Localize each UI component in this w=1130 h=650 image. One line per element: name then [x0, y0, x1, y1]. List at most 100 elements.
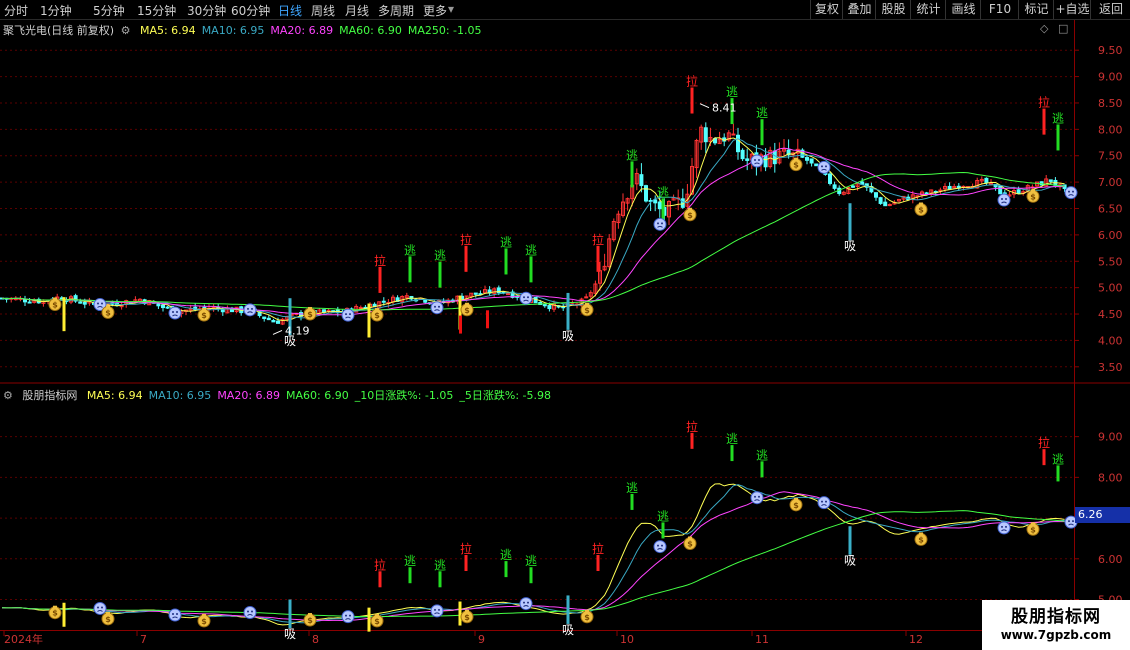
escape-signal-bar [504, 248, 508, 275]
money-bag-icon-sign: $ [793, 161, 799, 170]
escape-signal-bar-lower [630, 493, 634, 510]
watermark-url: www.7gpzb.com [1000, 628, 1112, 642]
face-icon-eye [825, 500, 827, 503]
stock-title: 聚飞光电(日线 前复权) [3, 24, 115, 37]
money-bag-icon-sign: $ [201, 617, 207, 626]
face-icon-eye [758, 495, 760, 498]
candle-body [814, 163, 819, 167]
escape-signal-label-lower: 逃 [434, 558, 446, 572]
face-icon-lower [750, 491, 764, 505]
pull-signal-bar [1042, 108, 1046, 135]
diamond-icon[interactable]: ◇ [1040, 22, 1048, 35]
face-icon [1064, 186, 1078, 200]
y-tick-upper: 6.00 [1098, 229, 1123, 242]
candle-body [736, 134, 740, 153]
face-icon-eye [251, 610, 253, 613]
face-icon-circle [430, 301, 444, 315]
face-icon-circle [519, 291, 533, 305]
face-icon-circle [997, 193, 1011, 207]
candle-body [27, 301, 32, 304]
pull-signal-label: 拉 [374, 253, 386, 268]
yellow-signal-bar-lower [367, 607, 371, 632]
candle-body [644, 185, 648, 202]
settings-icon[interactable]: ⚙ [121, 24, 131, 37]
candle-body [381, 300, 386, 303]
face-icon-eye [176, 612, 178, 615]
escape-signal-label: 逃 [525, 243, 537, 257]
maximize-icon[interactable]: □ [1058, 22, 1068, 35]
pull-signal-bar-lower [690, 432, 694, 449]
face-icon-lower [341, 610, 355, 624]
pull-signal-bar [378, 266, 382, 293]
candle-body [276, 320, 280, 324]
face-icon-eye [657, 222, 659, 225]
face-icon [817, 160, 831, 174]
face-icon-eye [172, 310, 174, 313]
face-icon-eye [1072, 520, 1074, 523]
x-tick-label: 9 [478, 633, 485, 646]
candle-body [358, 306, 363, 309]
face-icon-eye [97, 606, 99, 609]
face-icon [997, 193, 1011, 207]
face-icon-eye [349, 313, 351, 316]
face-icon-lower [93, 601, 107, 615]
settings-icon[interactable]: ⚙ [3, 389, 13, 402]
face-icon-circle [817, 160, 831, 174]
candle-body [740, 149, 745, 160]
escape-signal-label-lower: 逃 [525, 554, 537, 568]
candle-body [828, 173, 832, 184]
face-icon-eye [345, 313, 347, 316]
face-icon-eye [523, 601, 525, 604]
y-tick-upper: 8.00 [1098, 123, 1123, 136]
money-bag-icon-sign: $ [584, 306, 590, 315]
absorb-signal-bar [848, 203, 852, 241]
escape-signal-label-lower: 逃 [726, 432, 738, 446]
lower-panel-header: ⚙ 股朋指标网 MA5: 6.94 MA10: 6.95 MA20: 6.89 MA6… [3, 387, 557, 403]
face-icon-circle [243, 606, 257, 620]
pull-signal-label-lower: 拉 [374, 557, 386, 572]
face-icon-circle [341, 308, 355, 322]
face-icon-eye [438, 305, 440, 308]
face-icon-eye [434, 305, 436, 308]
lower-ind-4: _10日涨跌%: -1.05 [354, 389, 454, 402]
face-icon-circle [1064, 186, 1078, 200]
money-bag-icon-sign: $ [105, 615, 111, 624]
absorb-signal-bar [566, 292, 570, 330]
pull-signal-label: 拉 [460, 232, 472, 247]
escape-signal-bar-lower [529, 567, 533, 584]
candle-body [745, 158, 750, 161]
face-icon-circle [653, 217, 667, 231]
money-bag-icon-sign: $ [918, 535, 924, 544]
upper-ind-4: MA250: -1.05 [407, 24, 482, 37]
candle-body [271, 319, 276, 323]
upper-ind-3: MA60: 6.90 [339, 24, 402, 37]
watermark: 股朋指标网 www.7gpzb.com [982, 600, 1130, 650]
pull-signal-bar-lower [378, 571, 382, 588]
money-bag-icon-sign: $ [687, 211, 693, 220]
absorb-signal-bar-lower [566, 595, 570, 624]
escape-signal-bar-lower [661, 522, 665, 539]
money-bag-icon-sign: $ [374, 311, 380, 320]
candle-body [703, 127, 708, 143]
candle-body [78, 301, 83, 304]
candle-body [639, 174, 644, 187]
face-icon-eye [101, 302, 103, 305]
x-tick-label: 2024年 [4, 632, 43, 646]
money-bag-icon-sign: $ [918, 206, 924, 215]
face-icon-eye [251, 307, 253, 310]
red-signal-bar [459, 315, 462, 334]
face-icon [243, 303, 257, 317]
candle-body [1048, 179, 1053, 182]
money-bag-icon-sign: $ [201, 311, 207, 320]
upper-ind-2: MA20: 6.89 [270, 24, 334, 37]
face-icon-circle [750, 154, 764, 168]
x-tick-label: 10 [620, 633, 634, 646]
face-icon-eye [247, 610, 249, 613]
face-icon-eye [821, 500, 823, 503]
candle-body [156, 303, 161, 307]
money-bag-icon-sign: $ [307, 616, 313, 625]
candle-body [473, 292, 478, 295]
yellow-signal-bar [62, 297, 66, 332]
candle-body [547, 305, 552, 310]
face-icon [168, 306, 182, 320]
